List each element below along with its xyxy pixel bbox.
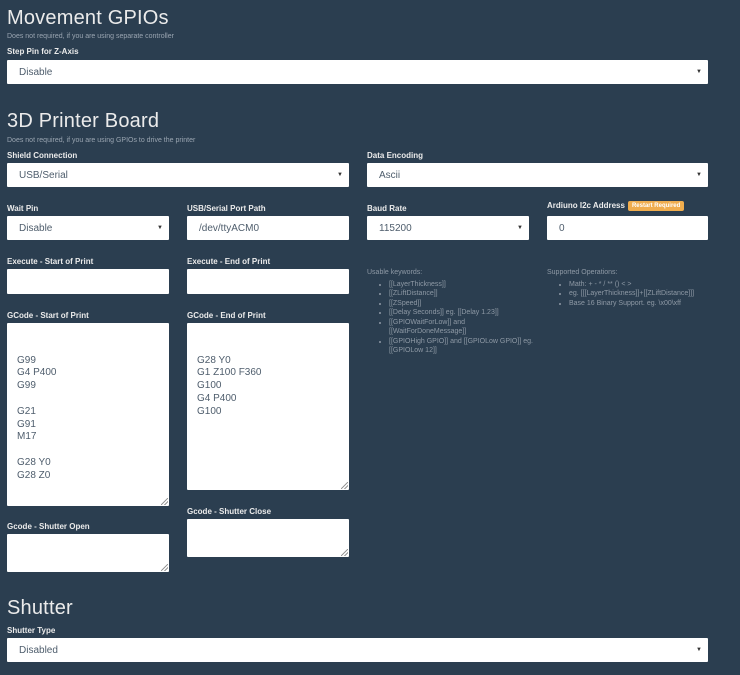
caret-down-icon: ▼ <box>696 647 702 653</box>
caret-down-icon: ▼ <box>337 172 343 178</box>
operation-item: eg. [[[LayerThickness]]+[[ZLiftDistance]… <box>569 289 722 299</box>
shutter-close-textarea[interactable] <box>187 519 349 557</box>
execute-end-label: Execute - End of Print <box>187 257 271 266</box>
section-title-shutter: Shutter <box>7 597 73 619</box>
shutter-type-value: Disabled <box>19 644 58 656</box>
data-encoding-select[interactable]: Ascii ▼ <box>367 163 708 187</box>
operation-item: Math: + - * / ** () < > <box>569 280 722 290</box>
execute-end-input[interactable] <box>187 269 349 294</box>
wait-pin-value: Disable <box>19 222 53 234</box>
keyword-item: [[Delay Seconds]] eg. [[Delay 1.23]] <box>389 308 537 318</box>
baud-rate-label: Baud Rate <box>367 204 407 213</box>
usable-keywords-help: Usable keywords: [[LayerThickness]] [[ZL… <box>367 268 537 356</box>
baud-rate-value: 115200 <box>379 222 412 234</box>
gcode-start-label: GCode - Start of Print <box>7 311 89 320</box>
resize-grip-icon[interactable] <box>341 482 348 489</box>
supported-operations-title: Supported Operations: <box>547 269 618 276</box>
supported-operations-list: Math: + - * / ** () < > eg. [[[LayerThic… <box>547 280 722 309</box>
gcode-start-content: G99 G4 P400 G99 G21 G91 M17 G28 Y0 G28 Z… <box>17 354 57 481</box>
shield-connection-value: USB/Serial <box>19 169 68 181</box>
shield-connection-label: Shield Connection <box>7 151 78 160</box>
i2c-address-label: Ardiuno I2c Address Restart Required <box>547 201 685 211</box>
serial-port-value: /dev/ttyACM0 <box>199 222 260 234</box>
serial-port-input[interactable]: /dev/ttyACM0 <box>187 216 349 240</box>
gcode-end-label: GCode - End of Print <box>187 311 266 320</box>
caret-down-icon: ▼ <box>696 172 702 178</box>
gcode-end-content: G28 Y0 G1 Z100 F360 G100 G4 P400 G100 <box>197 354 262 417</box>
i2c-address-value: 0 <box>559 222 565 234</box>
caret-down-icon: ▼ <box>517 225 523 231</box>
wait-pin-select[interactable]: Disable ▼ <box>7 216 169 240</box>
keyword-item: [[LayerThickness]] <box>389 280 537 290</box>
shutter-open-textarea[interactable] <box>7 534 169 572</box>
shield-connection-select[interactable]: USB/Serial ▼ <box>7 163 349 187</box>
resize-grip-icon[interactable] <box>161 564 168 571</box>
shutter-type-label: Shutter Type <box>7 626 56 635</box>
keyword-item: [[ZLiftDistance]] <box>389 289 537 299</box>
execute-start-label: Execute - Start of Print <box>7 257 94 266</box>
wait-pin-label: Wait Pin <box>7 204 39 213</box>
supported-operations-help: Supported Operations: Math: + - * / ** (… <box>547 268 722 308</box>
gcode-start-textarea[interactable]: G99 G4 P400 G99 G21 G91 M17 G28 Y0 G28 Z… <box>7 323 169 506</box>
data-encoding-value: Ascii <box>379 169 401 181</box>
keyword-item: [[GPIOWaitForLow]] and [[WaitForDoneMess… <box>389 318 537 337</box>
usable-keywords-title: Usable keywords: <box>367 269 423 276</box>
step-pin-label: Step Pin for Z-Axis <box>7 47 79 56</box>
restart-required-badge: Restart Required <box>627 201 685 211</box>
section-title-printer-board: 3D Printer Board <box>7 110 160 132</box>
execute-start-input[interactable] <box>7 269 169 294</box>
serial-port-label: USB/Serial Port Path <box>187 204 266 213</box>
operation-item: Base 16 Binary Support. eg. \x00\xff <box>569 299 722 309</box>
shutter-open-label: Gcode - Shutter Open <box>7 522 90 531</box>
movement-help-text: Does not required, if you are using sepa… <box>7 33 174 40</box>
baud-rate-select[interactable]: 115200 ▼ <box>367 216 529 240</box>
gcode-end-textarea[interactable]: G28 Y0 G1 Z100 F360 G100 G4 P400 G100 <box>187 323 349 490</box>
i2c-address-input[interactable]: 0 <box>547 216 708 240</box>
step-pin-value: Disable <box>19 66 53 78</box>
shutter-type-select[interactable]: Disabled ▼ <box>7 638 708 662</box>
caret-down-icon: ▼ <box>157 225 163 231</box>
board-help-text: Does not required, if you are using GPIO… <box>7 137 196 144</box>
resize-grip-icon[interactable] <box>341 549 348 556</box>
step-pin-select[interactable]: Disable ▼ <box>7 60 708 84</box>
keyword-item: [[ZSpeed]] <box>389 299 537 309</box>
caret-down-icon: ▼ <box>696 69 702 75</box>
data-encoding-label: Data Encoding <box>367 151 424 160</box>
shutter-close-label: Gcode - Shutter Close <box>187 507 272 516</box>
i2c-address-label-text: Ardiuno I2c Address <box>547 201 625 211</box>
resize-grip-icon[interactable] <box>161 498 168 505</box>
section-title-movement: Movement GPIOs <box>7 7 169 29</box>
keyword-item: [[GPIOHigh GPIO]] and [[GPIOLow GPIO]] e… <box>389 337 537 356</box>
usable-keywords-list: [[LayerThickness]] [[ZLiftDistance]] [[Z… <box>367 280 537 356</box>
